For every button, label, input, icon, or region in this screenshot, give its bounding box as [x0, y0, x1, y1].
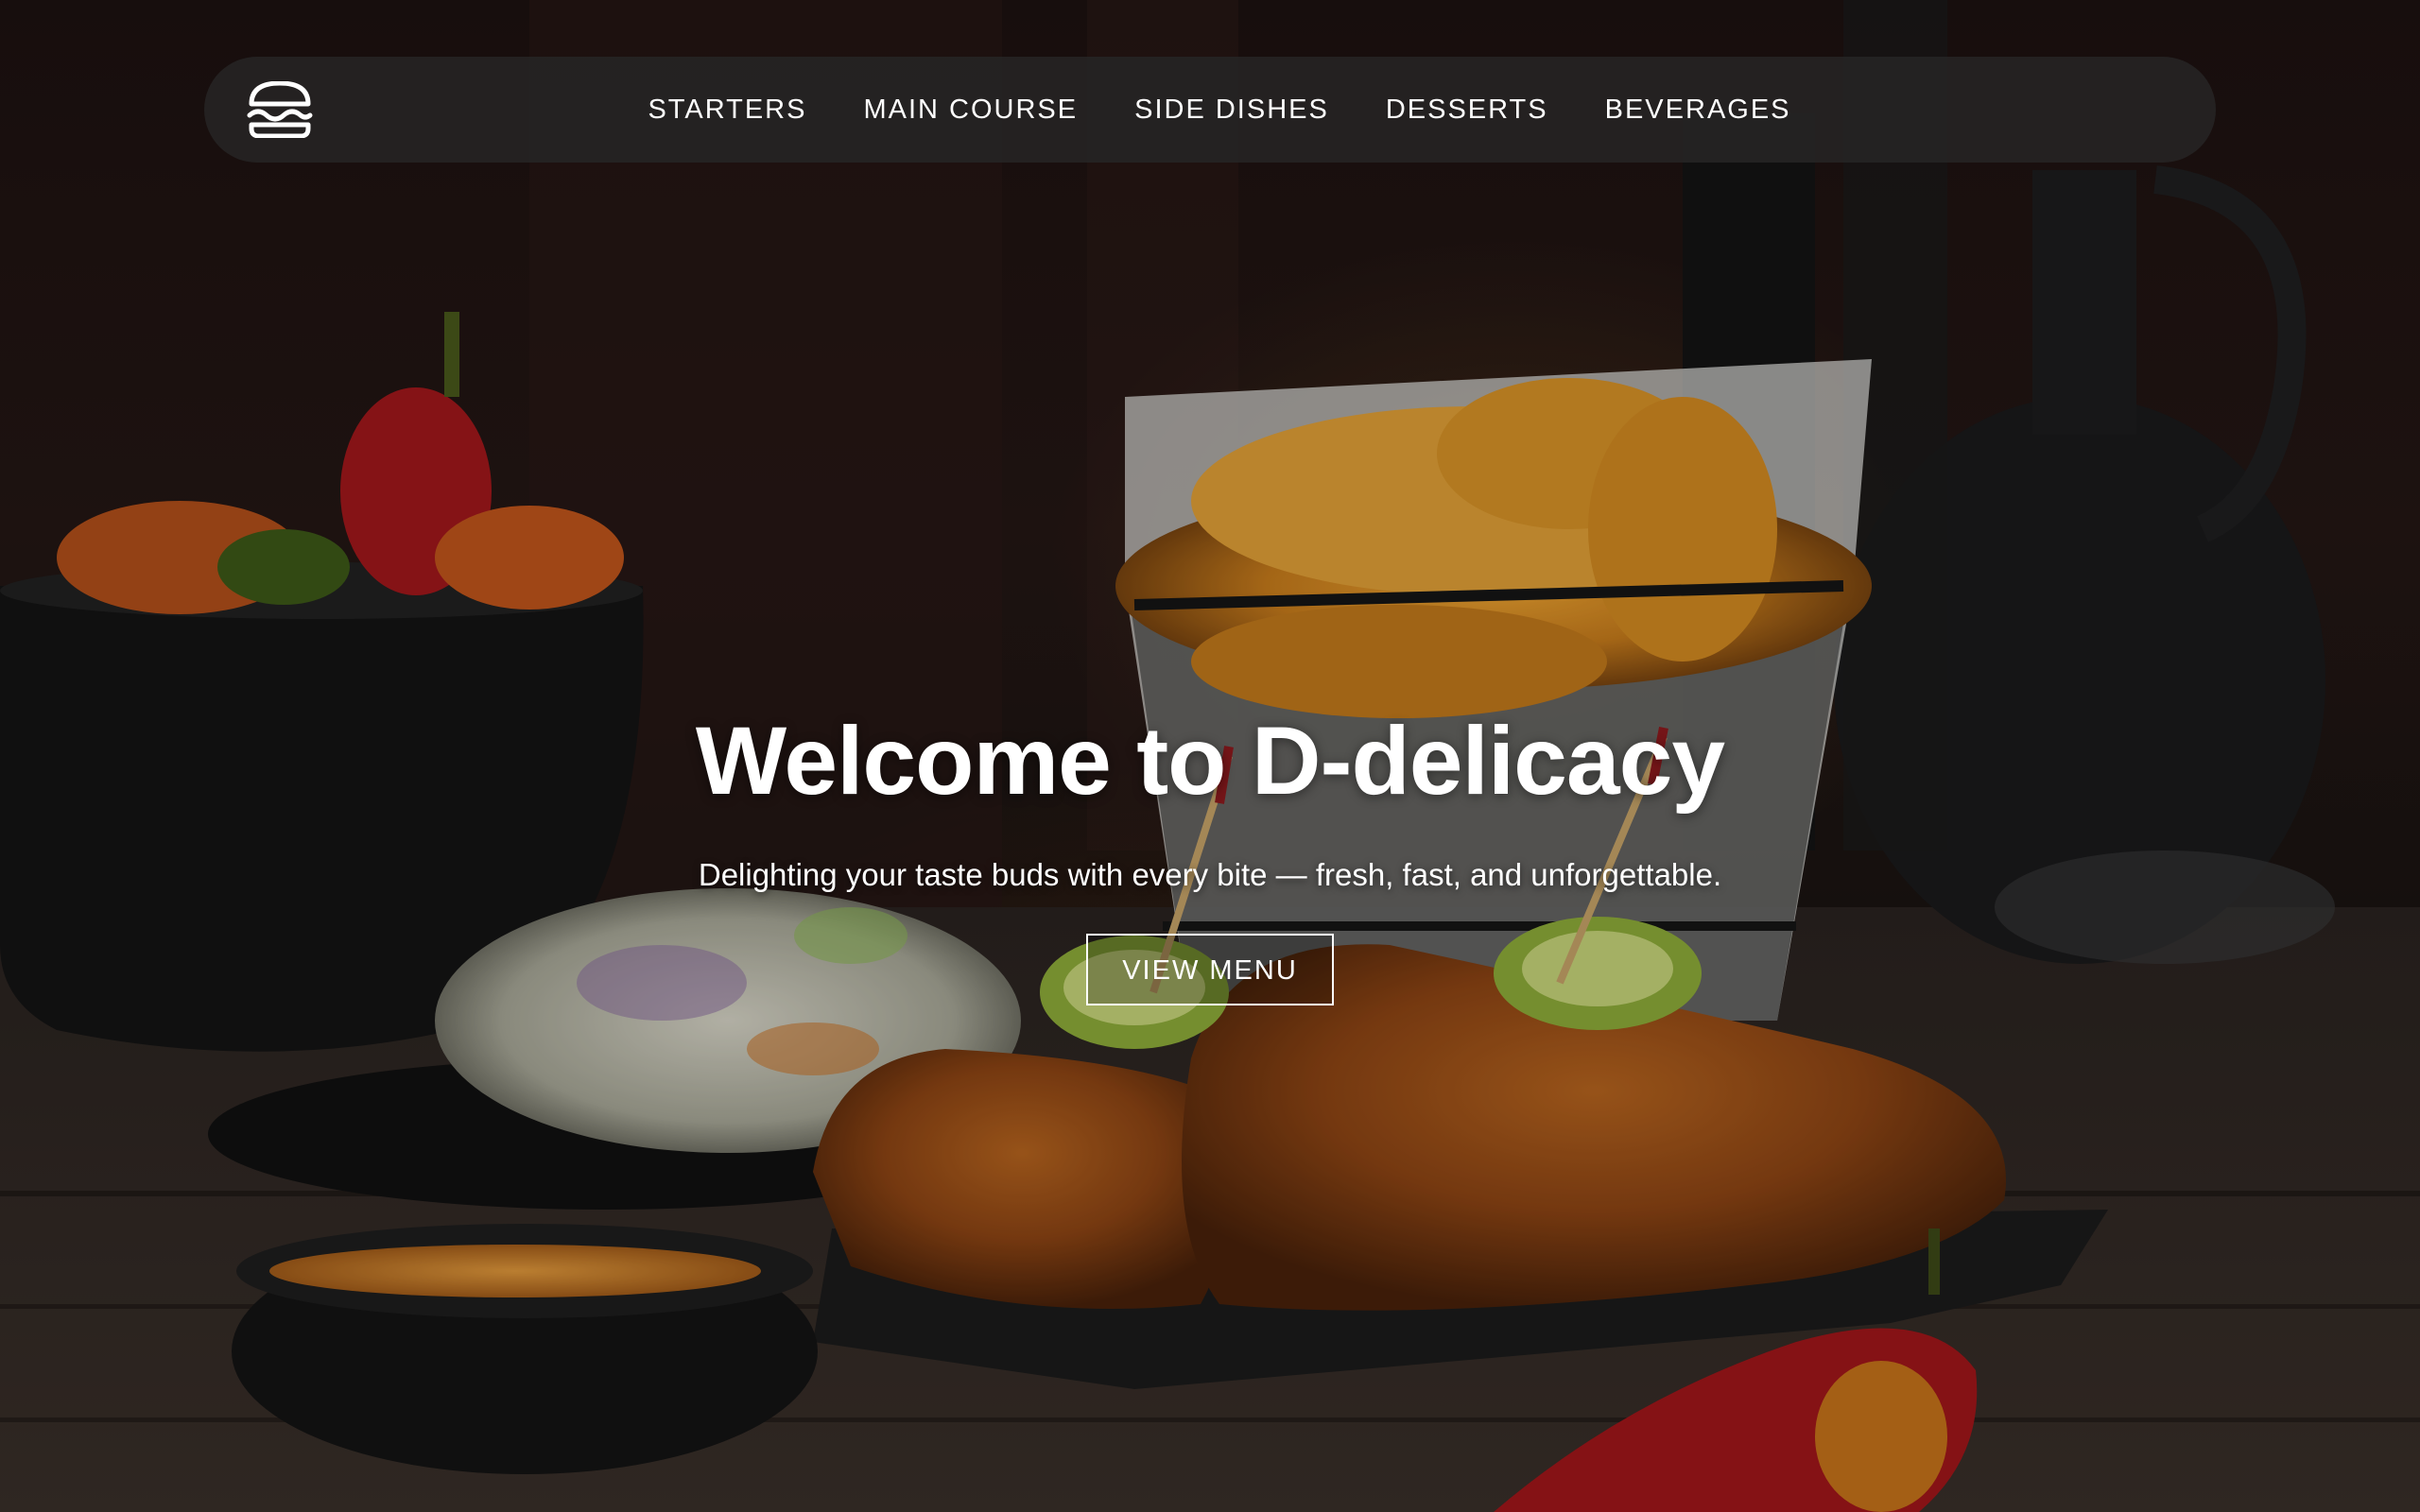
nav-link-beverages[interactable]: BEVERAGES	[1605, 94, 1791, 126]
hero-title: Welcome to D-delicacy	[695, 707, 1725, 815]
view-menu-button[interactable]: VIEW MENU	[1086, 934, 1334, 1005]
nav-link-main-course[interactable]: MAIN COURSE	[863, 94, 1078, 126]
hero-subtitle: Delighting your taste buds with every bi…	[698, 857, 1722, 892]
hero-content: Welcome to D-delicacy Delighting your ta…	[0, 699, 2420, 1005]
nav-link-starters[interactable]: STARTERS	[648, 94, 806, 126]
hero-section: STARTERS MAIN COURSE SIDE DISHES DESSERT…	[0, 0, 2420, 1512]
top-navbar: STARTERS MAIN COURSE SIDE DISHES DESSERT…	[204, 57, 2216, 163]
nav-link-desserts[interactable]: DESSERTS	[1386, 94, 1548, 126]
nav-link-side-dishes[interactable]: SIDE DISHES	[1134, 94, 1329, 126]
nav-links: STARTERS MAIN COURSE SIDE DISHES DESSERT…	[204, 57, 2216, 163]
